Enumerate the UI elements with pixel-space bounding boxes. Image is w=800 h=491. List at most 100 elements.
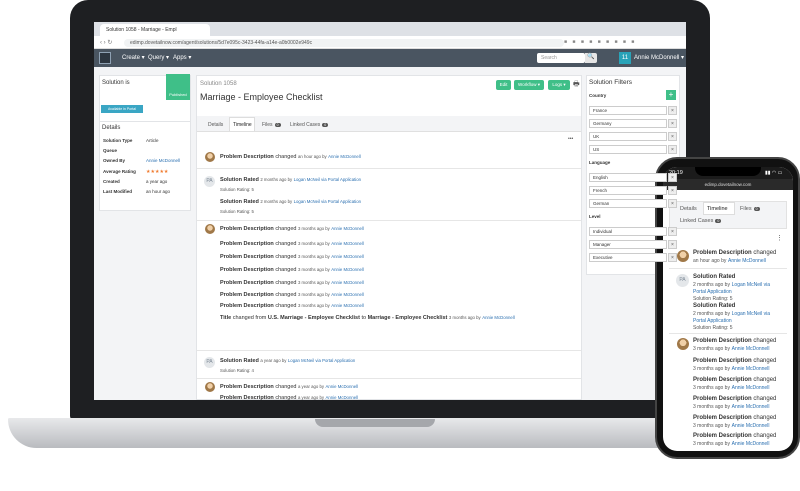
- details-title: Details: [102, 125, 121, 131]
- phone-timeline-entry: Problem Description changed 3 months ago …: [693, 433, 777, 447]
- detail-label: Created: [103, 179, 120, 184]
- url-field[interactable]: edimp.dovetailnow.com/agent/solutions/5d…: [124, 39, 564, 47]
- timeline-entry: Problem Description changed a year ago b…: [220, 384, 359, 390]
- filter-language-field[interactable]: German: [589, 199, 667, 208]
- remove-icon[interactable]: ×: [668, 227, 677, 236]
- filter-language-field[interactable]: French: [589, 186, 667, 195]
- filter-level-field[interactable]: Individual: [589, 227, 667, 236]
- rating-text: Solution Rating: 4: [220, 368, 254, 373]
- solution-is-label: Solution is: [102, 80, 130, 86]
- phone-timeline-entry: Problem Description changed an hour ago b…: [693, 250, 777, 264]
- phone-url[interactable]: edimp.dovetailnow.com: [663, 179, 793, 190]
- signal-icon: ▮▮ ◠ ▭: [765, 170, 783, 176]
- extension-icons[interactable]: ■ ■ ■ ■ ■ ■ ■ ■ ■: [564, 39, 636, 45]
- remove-icon[interactable]: ×: [668, 145, 677, 154]
- remove-icon[interactable]: ×: [668, 199, 677, 208]
- tab-timeline[interactable]: Timeline: [233, 122, 252, 128]
- remove-icon[interactable]: ×: [668, 253, 677, 262]
- logs-button[interactable]: Logs ▾: [548, 80, 570, 90]
- detail-label: Average Rating: [103, 169, 136, 174]
- filters-title: Solution Filters: [589, 79, 632, 86]
- tab-files[interactable]: Files 0: [262, 122, 281, 128]
- filter-level-field[interactable]: Manager: [589, 240, 667, 249]
- avatar: [677, 250, 689, 262]
- query-menu[interactable]: Query ▾: [148, 54, 169, 61]
- phone-timeline-entry: Problem Description changed 3 months ago …: [693, 377, 777, 391]
- filter-label: Language: [589, 160, 611, 165]
- browser-tab[interactable]: Solution 1058 - Marriage - Empl: [100, 24, 210, 36]
- avatar: [205, 382, 215, 392]
- filter-language-field[interactable]: English: [589, 173, 667, 182]
- tab-details[interactable]: Details: [208, 122, 223, 128]
- available-in-portal-button[interactable]: Available in Portal: [101, 105, 143, 113]
- search-icon[interactable]: 🔍: [585, 53, 597, 63]
- nav-arrows-icon[interactable]: ‹ › ↻: [100, 39, 112, 46]
- browser-tabbar: Solution 1058 - Marriage - Empl: [94, 22, 686, 36]
- rating-text: Solution Rating: 5: [220, 209, 254, 214]
- divider: [669, 268, 787, 269]
- avatar-initials: PA: [676, 274, 689, 287]
- timeline-entry: Solution Rated 2 months ago by Logan McN…: [220, 177, 362, 183]
- remove-icon[interactable]: ×: [668, 240, 677, 249]
- detail-value: ★★★★★: [146, 169, 169, 175]
- divider: [197, 350, 581, 351]
- app-header: Create ▾ Query ▾ Apps ▾ Search 🔍 11 Anni…: [94, 49, 686, 67]
- user-menu[interactable]: Annie McDonnell ▾: [634, 54, 684, 61]
- detail-label: Owned By: [103, 158, 126, 163]
- avatar-initials: PA: [204, 357, 215, 368]
- remove-icon[interactable]: ×: [668, 186, 677, 195]
- phone-tab-linked-cases[interactable]: Linked Cases 0: [680, 218, 722, 224]
- phone-notch: [695, 167, 761, 176]
- phone-rating-text: Solution Rating: 5: [693, 325, 733, 331]
- timeline-entry: Solution Rated a year ago by Logan McNei…: [220, 358, 356, 364]
- timeline-entry: Problem Description changed an hour ago …: [220, 154, 361, 160]
- notification-badge[interactable]: 11: [619, 52, 631, 64]
- page-title: Marriage - Employee Checklist: [200, 92, 323, 102]
- avatar: [205, 224, 215, 234]
- phone-more-icon[interactable]: ⋮: [776, 234, 783, 242]
- print-icon[interactable]: 🖶: [573, 80, 580, 91]
- detail-value: an hour ago: [146, 189, 171, 194]
- workflow-button[interactable]: Workflow ▾: [514, 80, 544, 90]
- divider: [197, 378, 581, 379]
- phone-timeline-entry: Problem Description changed 3 months ago …: [693, 415, 777, 429]
- remove-icon[interactable]: ×: [668, 132, 677, 141]
- search-input[interactable]: Search: [537, 53, 585, 63]
- filter-level-field[interactable]: Executive: [589, 253, 667, 262]
- timeline-entry: Problem Description changed 3 months ago…: [220, 241, 364, 247]
- filter-country-field[interactable]: Germany: [589, 119, 667, 128]
- remove-icon[interactable]: ×: [668, 119, 677, 128]
- phone-timeline-entry: Solution Rated 2 months ago by Logan McNe…: [693, 274, 770, 295]
- details-card: [99, 121, 191, 211]
- add-filter-button[interactable]: +: [666, 90, 676, 100]
- filter-country-field[interactable]: US: [589, 145, 667, 154]
- phone-tab-timeline[interactable]: Timeline: [707, 206, 728, 212]
- more-options-icon[interactable]: •••: [568, 136, 573, 142]
- timeline-entry: Title changed from U.S. Marriage - Emplo…: [220, 315, 515, 321]
- detail-label: Last Modified: [103, 189, 132, 194]
- detail-value: a year ago: [146, 179, 168, 184]
- app-logo[interactable]: [99, 52, 111, 64]
- filter-label: Level: [589, 214, 601, 219]
- phone-timeline-entry: Problem Description changed 3 months ago …: [693, 358, 777, 372]
- remove-icon[interactable]: ×: [668, 106, 677, 115]
- avatar: [677, 338, 689, 350]
- filter-country-field[interactable]: UK: [589, 132, 667, 141]
- phone-tab-details[interactable]: Details: [680, 206, 697, 212]
- published-status: Published: [166, 74, 190, 100]
- edit-button[interactable]: Edit: [496, 80, 511, 90]
- tab-linked-cases[interactable]: Linked Cases 0: [290, 122, 329, 128]
- timeline-entry: Problem Description changed 3 months ago…: [220, 280, 364, 286]
- detail-label: Solution Type: [103, 138, 133, 143]
- laptop-notch: [315, 419, 435, 427]
- detail-value: Article: [146, 138, 159, 143]
- phone-timeline-entry: Problem Description changed 3 months ago …: [693, 396, 777, 410]
- phone-tab-files[interactable]: Files 0: [740, 206, 760, 212]
- phone-timeline-entry: Problem Description changed 3 months ago …: [693, 338, 777, 352]
- remove-icon[interactable]: ×: [668, 173, 677, 182]
- filter-country-field[interactable]: France: [589, 106, 667, 115]
- apps-menu[interactable]: Apps ▾: [173, 54, 191, 61]
- detail-value[interactable]: Annie McDonnell: [146, 158, 180, 163]
- divider: [197, 168, 581, 169]
- create-menu[interactable]: Create ▾: [122, 54, 145, 61]
